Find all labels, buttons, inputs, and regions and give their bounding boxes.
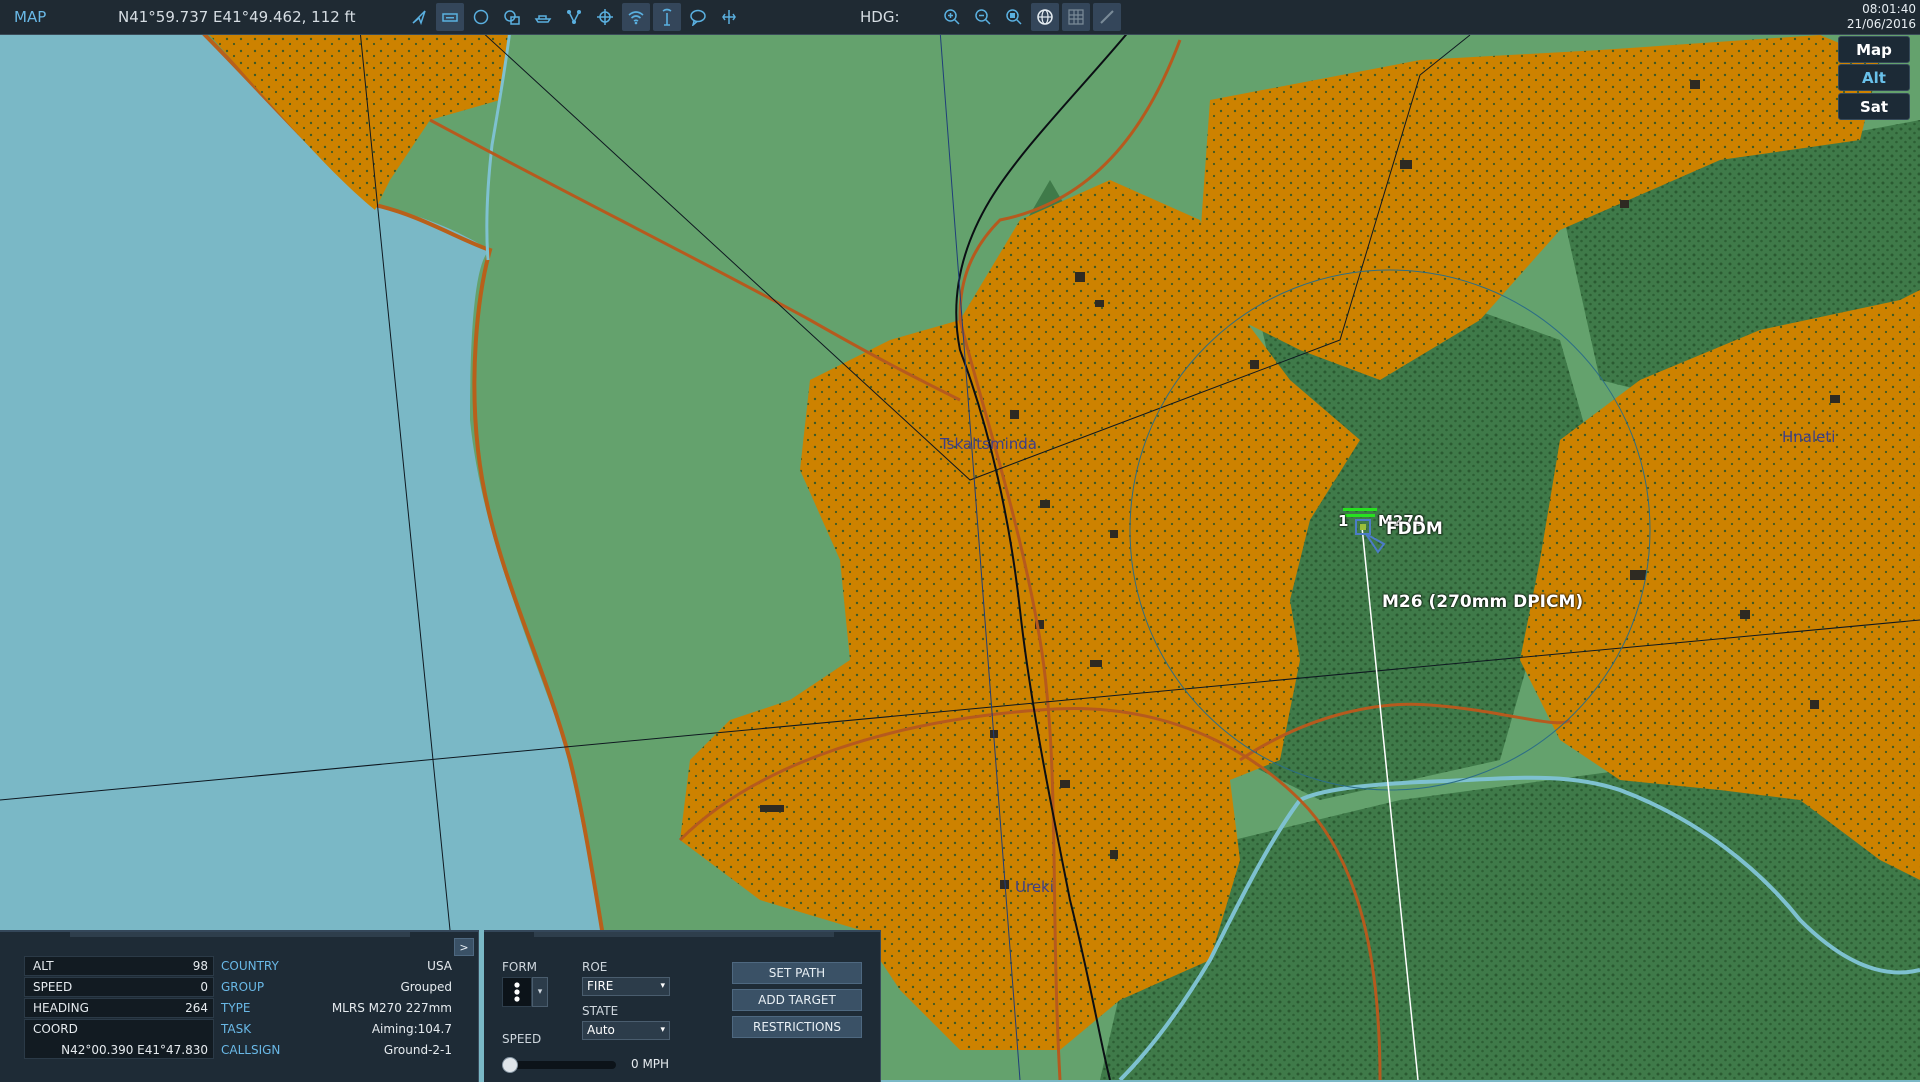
town-label-tskaltsminda: Tskaltsminda <box>940 435 1037 453</box>
group-label: GROUP <box>221 980 265 994</box>
speed-slider[interactable] <box>502 1057 616 1073</box>
state-select[interactable]: Auto ▾ <box>582 1021 670 1040</box>
circle-icon[interactable] <box>467 3 495 31</box>
formation-dropdown-button[interactable]: ▾ <box>532 977 548 1007</box>
roe-select[interactable]: FIRE ▾ <box>582 977 670 996</box>
cursor-coordinates: N41°59.737 E41°49.462, 112 ft <box>118 8 356 26</box>
type-value: MLRS M270 227mm <box>331 1001 452 1015</box>
clock: 08:01:40 21/06/2016 <box>1847 2 1916 32</box>
alt-value: 98 <box>192 959 208 973</box>
time-label: 08:01:40 <box>1862 2 1916 16</box>
weapon-label: M26 (270mm DPICM) <box>1382 592 1584 612</box>
callsign-value: Ground-2-1 <box>383 1043 452 1057</box>
chat-icon[interactable] <box>684 3 712 31</box>
unit-count-label: 1 <box>1338 512 1349 530</box>
type-label: TYPE <box>221 1001 251 1015</box>
country-value: USA <box>427 959 452 973</box>
map-type-map-button[interactable]: Map <box>1838 36 1910 63</box>
panel-grip <box>70 932 410 937</box>
speed-slider-thumb[interactable] <box>502 1057 518 1073</box>
add-target-button[interactable]: ADD TARGET <box>732 989 862 1011</box>
antenna-icon[interactable] <box>653 3 681 31</box>
country-label: COUNTRY <box>221 959 279 973</box>
zoom-fit-icon[interactable] <box>1000 3 1028 31</box>
route-icon[interactable] <box>405 3 433 31</box>
heading-label: HEADING <box>33 1001 89 1015</box>
panel-grip <box>534 932 834 937</box>
speed-value: 0 MPH <box>631 1057 670 1071</box>
map-canvas[interactable] <box>0 0 1920 1080</box>
roe-value: FIRE <box>587 979 614 993</box>
heading-value: 264 <box>185 1001 208 1015</box>
formation-selector[interactable] <box>502 977 532 1007</box>
state-label: STATE <box>582 1004 619 1018</box>
unit-info-panel: > ALT 98 SPEED 0 HEADING 264 COORD N42°0… <box>0 930 479 1082</box>
unit-control-panel: FORM ▾ ROE FIRE ▾ STATE Auto ▾ SPEED 0 M… <box>484 930 881 1082</box>
form-label: FORM <box>502 960 538 974</box>
chevron-down-icon: ▾ <box>660 981 665 991</box>
network-icon[interactable] <box>560 3 588 31</box>
speed-value: 0 <box>200 980 208 994</box>
speed-label: SPEED <box>502 1032 542 1046</box>
restrictions-button[interactable]: RESTRICTIONS <box>732 1016 862 1038</box>
callsign-label: CALLSIGN <box>221 1043 281 1057</box>
top-toolbar: MAP N41°59.737 E41°49.462, 112 ft HDG: 0… <box>0 0 1920 35</box>
expand-panel-button[interactable]: > <box>454 938 474 956</box>
crosshair-icon[interactable] <box>591 3 619 31</box>
chevron-down-icon: ▾ <box>660 1025 665 1035</box>
multi-window-icon[interactable] <box>498 3 526 31</box>
coord-value: N42°00.390 E41°47.830 <box>61 1043 208 1057</box>
map-type-sat-button[interactable]: Sat <box>1838 93 1910 120</box>
globe-icon[interactable] <box>1031 3 1059 31</box>
zoom-out-icon[interactable] <box>969 3 997 31</box>
formation-column-icon <box>514 982 520 1002</box>
map-type-alt-button[interactable]: Alt <box>1838 64 1910 91</box>
set-path-button[interactable]: SET PATH <box>732 962 862 984</box>
ruler-icon[interactable] <box>1093 3 1121 31</box>
town-label-hnaleti: Hnaleti <box>1782 428 1836 446</box>
coord-label: COORD <box>33 1022 78 1036</box>
town-label-ureki: Ureki <box>1015 878 1054 896</box>
vehicle-icon[interactable] <box>529 3 557 31</box>
chevron-down-icon: ▾ <box>537 987 543 997</box>
heading-label: HDG: <box>860 8 900 26</box>
task-value: Aiming:104.7 <box>371 1022 452 1036</box>
group-value: Grouped <box>400 980 452 994</box>
state-value: Auto <box>587 1023 615 1037</box>
alt-label: ALT <box>33 959 54 973</box>
mode-label: MAP <box>14 8 47 26</box>
wifi-icon[interactable] <box>622 3 650 31</box>
zoom-in-icon[interactable] <box>938 3 966 31</box>
unit-callsign-label[interactable]: FDDM <box>1386 519 1443 539</box>
speed-label: SPEED <box>33 980 73 994</box>
roe-label: ROE <box>582 960 608 974</box>
grid-icon[interactable] <box>1062 3 1090 31</box>
task-label: TASK <box>221 1022 252 1036</box>
waypoint-icon[interactable] <box>715 3 743 31</box>
keyboard-icon[interactable] <box>436 3 464 31</box>
date-label: 21/06/2016 <box>1846 17 1916 31</box>
